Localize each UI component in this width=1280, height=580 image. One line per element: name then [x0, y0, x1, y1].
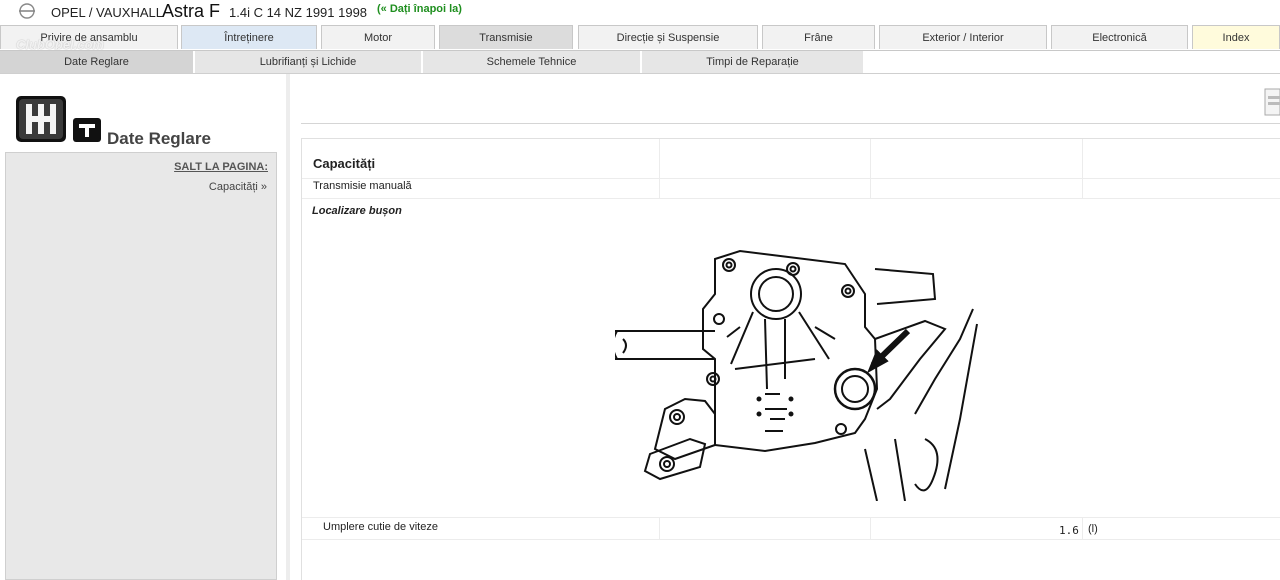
- sub-tabs: Date Reglare Lubrifianți și Lichide Sche…: [0, 50, 1280, 74]
- vehicle-model: Astra F: [162, 1, 221, 21]
- location-label: Localizare bușon: [312, 205, 402, 217]
- subtab-technical-diagrams[interactable]: Schemele Tehnice: [423, 51, 642, 74]
- print-icon[interactable]: [1264, 88, 1280, 116]
- jump-heading: SALT LA PAGINA:: [174, 161, 268, 173]
- content-panel: Capacități Transmisie manuală Localizare…: [301, 138, 1280, 580]
- grid-line: [1082, 517, 1083, 539]
- tab-maintenance[interactable]: Întreținere: [181, 25, 317, 49]
- title-bar: OPEL / VAUXHALL Astra F 1.4i C 14 NZ 199…: [0, 0, 1280, 24]
- tab-exterior-interior[interactable]: Exterior / Interior: [879, 25, 1047, 49]
- sidebar: SALT LA PAGINA: Capacități »: [5, 152, 277, 580]
- grid-line: [659, 139, 660, 199]
- grid-line: [659, 517, 660, 539]
- grid-line: [1082, 139, 1083, 199]
- fill-label: Umplere cutie de viteze: [323, 521, 438, 533]
- opel-logo-icon: [19, 3, 35, 19]
- tab-transmission[interactable]: Transmisie: [439, 25, 573, 49]
- column-divider: [286, 74, 290, 580]
- tab-electronics[interactable]: Electronică: [1051, 25, 1188, 49]
- gearbox-plug-diagram: [615, 249, 978, 501]
- content-top-rule: [301, 123, 1280, 124]
- tab-index[interactable]: Index: [1192, 25, 1280, 49]
- grid-line: [870, 139, 871, 199]
- grid-line: [870, 517, 871, 539]
- back-link[interactable]: (« Dați înapoi la): [377, 3, 462, 15]
- gearbox-icon: [16, 96, 66, 142]
- grid-line: [302, 539, 1280, 540]
- vehicle-spec: 1.4i C 14 NZ 1991 1998: [229, 5, 368, 20]
- tool-icon: [73, 118, 101, 142]
- fill-unit: (l): [1088, 523, 1098, 535]
- fill-value: 1.6: [1059, 524, 1079, 537]
- jump-link-capacities[interactable]: Capacități »: [209, 181, 267, 193]
- vehicle-brand: OPEL / VAUXHALL: [51, 5, 163, 20]
- subsection-title: Transmisie manuală: [313, 180, 412, 192]
- tab-steering-suspension[interactable]: Direcție și Suspensie: [578, 25, 758, 49]
- subtabs-divider: [0, 73, 1280, 74]
- main-tabs: Privire de ansamblu Întreținere Motor Tr…: [0, 25, 1280, 49]
- subtab-repair-times[interactable]: Timpi de Reparație: [642, 51, 865, 74]
- tab-engine[interactable]: Motor: [321, 25, 435, 49]
- section-title: Capacități: [313, 156, 376, 171]
- sidebar-page-title: Date Reglare: [107, 129, 211, 148]
- tab-brakes[interactable]: Frâne: [762, 25, 875, 49]
- subtab-settings-data[interactable]: Date Reglare: [0, 51, 195, 74]
- grid-line: [302, 517, 1280, 518]
- grid-line: [302, 198, 1280, 199]
- grid-line: [302, 178, 1280, 179]
- subtab-lubricants[interactable]: Lubrifianți și Lichide: [195, 51, 423, 74]
